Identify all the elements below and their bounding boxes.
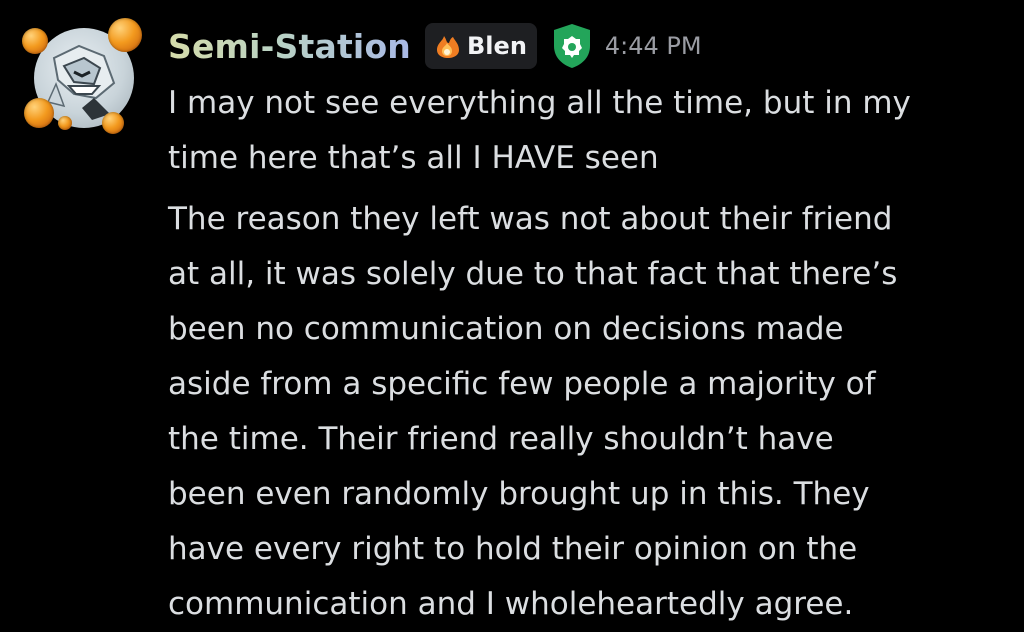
message-header: Semi-Station Blen 4:44 PM	[168, 22, 702, 70]
dragon-ball-icon	[58, 116, 72, 130]
dragon-ball-icon	[102, 112, 124, 134]
shield-icon[interactable]	[551, 22, 593, 70]
message-body-2: The reason they left was not about their…	[168, 192, 1008, 632]
message-body-1: I may not see everything all the time, b…	[168, 76, 1008, 186]
message-text: I may not see everything all the time, b…	[168, 85, 911, 176]
dragon-ball-icon	[24, 98, 54, 128]
dragon-ball-icon	[22, 28, 48, 54]
flame-icon	[437, 36, 460, 58]
chat-message: Semi-Station Blen 4:44 PM I may not see …	[0, 0, 1024, 632]
clan-tag[interactable]: Blen	[425, 23, 537, 69]
message-text: The reason they left was not about their…	[168, 201, 898, 622]
username[interactable]: Semi-Station	[168, 27, 411, 66]
avatar[interactable]	[22, 18, 148, 136]
clan-tag-label: Blen	[467, 32, 527, 60]
dragon-ball-icon	[108, 18, 142, 52]
timestamp[interactable]: 4:44 PM	[605, 32, 702, 60]
